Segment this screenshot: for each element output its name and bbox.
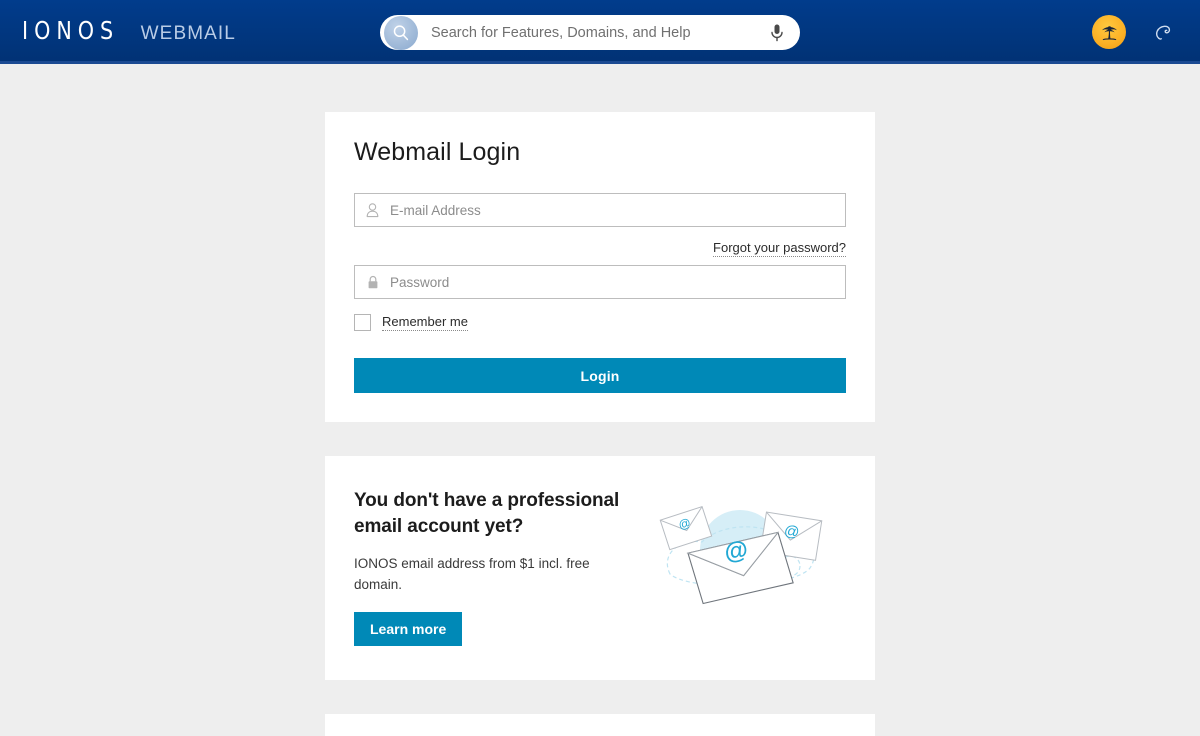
forgot-password-link[interactable]: Forgot your password? xyxy=(713,240,846,257)
ionos-logo: IONOS xyxy=(22,16,120,45)
svg-text:@: @ xyxy=(783,522,801,541)
remember-me-label[interactable]: Remember me xyxy=(382,314,468,331)
svg-text:@: @ xyxy=(723,536,750,566)
global-search-bar[interactable] xyxy=(380,15,800,50)
palm-tree-icon[interactable] xyxy=(1092,15,1126,49)
password-field[interactable] xyxy=(354,265,846,299)
email-input[interactable] xyxy=(380,194,845,226)
page-content: Webmail Login Forgot your password? xyxy=(0,64,1200,736)
phone-handset-icon[interactable] xyxy=(1148,17,1178,47)
promo-text-block: You don't have a professional email acco… xyxy=(354,488,634,646)
remember-me-row: Remember me xyxy=(354,314,846,331)
search-icon[interactable] xyxy=(384,15,418,50)
search-input[interactable] xyxy=(418,24,761,41)
promo-body: IONOS email address from $1 incl. free d… xyxy=(354,556,590,592)
brand-logo-group[interactable]: IONOS WEBMAIL xyxy=(22,18,236,43)
webmail-login-card: Webmail Login Forgot your password? xyxy=(325,112,875,422)
login-button[interactable]: Login xyxy=(354,358,846,393)
remember-me-checkbox[interactable] xyxy=(354,314,371,331)
forgot-password-row: Forgot your password? xyxy=(354,240,846,257)
webmail-label: WEBMAIL xyxy=(140,23,236,44)
user-icon xyxy=(365,201,380,219)
envelopes-at-symbol-illustration: @ @ @ xyxy=(634,488,846,608)
promo-title: You don't have a professional email acco… xyxy=(354,490,620,538)
page-title: Webmail Login xyxy=(354,138,521,166)
microphone-icon[interactable] xyxy=(761,17,793,49)
top-header-bar: IONOS WEBMAIL xyxy=(0,0,1200,64)
password-input[interactable] xyxy=(380,266,845,298)
lock-icon xyxy=(365,273,380,291)
learn-more-button[interactable]: Learn more xyxy=(354,611,463,646)
email-field[interactable] xyxy=(354,193,846,227)
header-right-actions xyxy=(1092,0,1178,64)
promo-card: You don't have a professional email acco… xyxy=(325,456,875,680)
setup-devices-card: Set up your mailbox on other devices xyxy=(325,713,875,736)
